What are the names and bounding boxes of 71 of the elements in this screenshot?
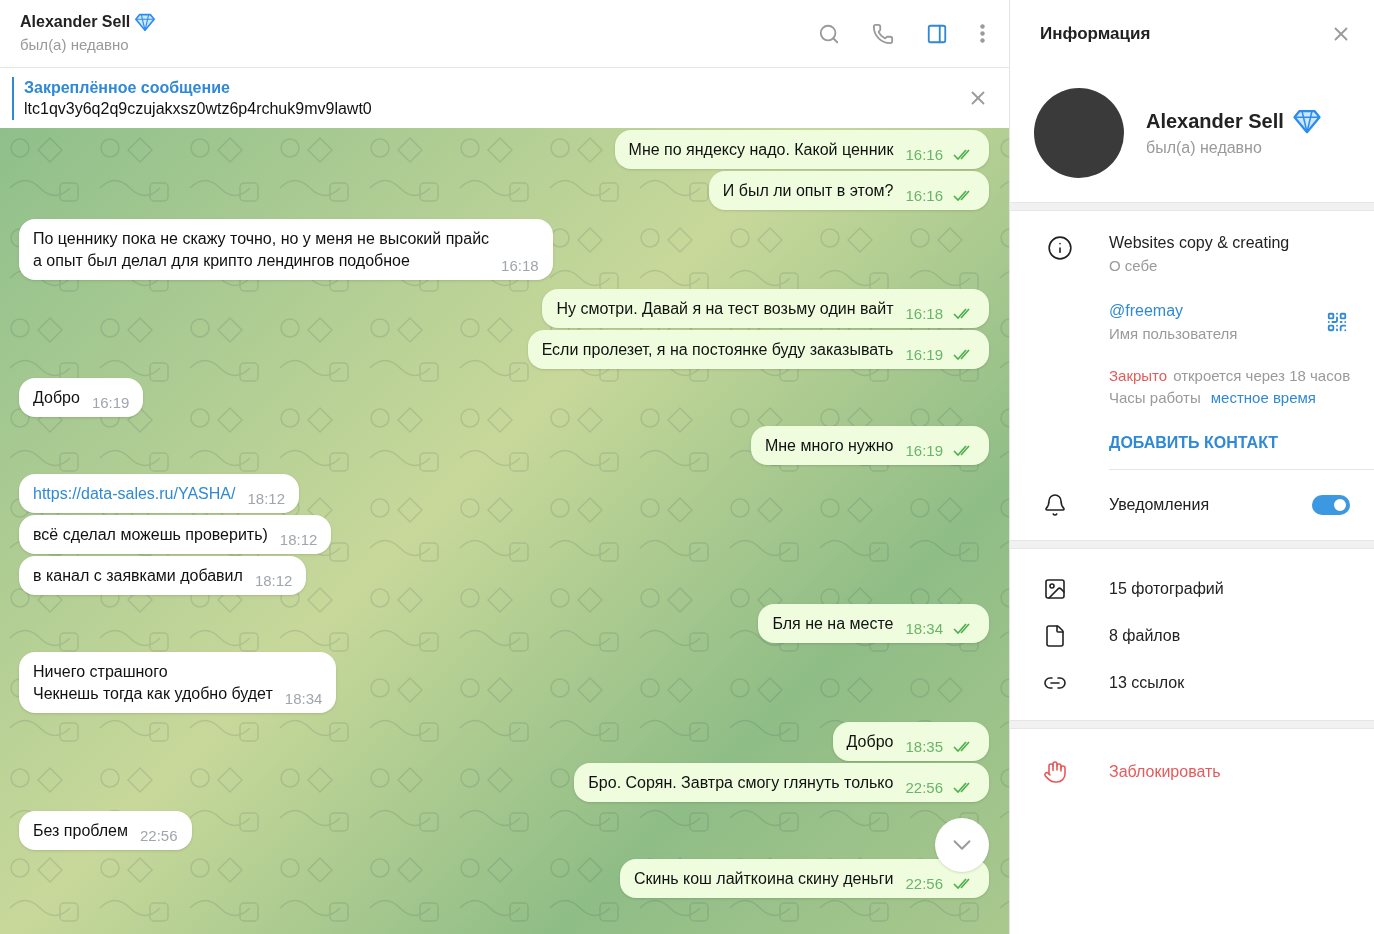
message-time: 18:34 [905, 620, 943, 638]
message-text: Скинь кош лайткоина скину деньги [633, 869, 894, 889]
message-time: 18:12 [254, 572, 293, 590]
message-time: 16:18 [905, 305, 943, 323]
username-link[interactable]: @freemay [1109, 299, 1238, 323]
message-time: 16:19 [905, 346, 943, 364]
message-time: 22:56 [139, 827, 178, 845]
media-row[interactable]: 15 фотографий [1010, 565, 1374, 612]
message-text: Добро [846, 732, 894, 752]
username-label: Имя пользователя [1109, 324, 1238, 344]
message-time: 22:56 [905, 875, 943, 893]
message-time: 18:12 [247, 490, 285, 508]
scroll-down-button[interactable] [935, 818, 989, 872]
media-label: 13 ссылок [1109, 672, 1185, 693]
panel-title: Информация [1040, 23, 1151, 46]
contact-name: Alexander Sell [20, 12, 131, 33]
message-text: По ценнику пока не скажу точно, но у меня не высокий прайс [33, 229, 490, 249]
side-panel-icon [926, 22, 948, 45]
pinned-text: ltc1qv3y6q2q9czujakxsz0wtz6p4rchuk9mv9lawt0 [24, 98, 372, 119]
message-time: 16:19 [91, 394, 130, 412]
qr-code-icon [1326, 311, 1348, 333]
profile-name: Alexander Sell [1146, 109, 1284, 134]
pinned-title: Закреплённое сообщение [24, 77, 231, 98]
message-text: И был ли опыт в этом? [722, 181, 894, 201]
image-icon [1043, 576, 1067, 601]
message-text: всё сделал можешь проверить) [33, 525, 268, 545]
message-text: Бро. Сорян. Завтра смогу глянуть только [588, 773, 894, 793]
message-time: 18:34 [284, 690, 323, 708]
message-text: в канал с заявками добавил [33, 566, 243, 586]
more-icon [980, 24, 985, 43]
message-text: Ничего страшного [33, 662, 169, 682]
bell-icon [1043, 493, 1067, 517]
qr-code-button[interactable] [1326, 311, 1348, 333]
hours-label: Часы работы [1109, 388, 1201, 408]
message-text: Без проблем [33, 821, 128, 841]
block-button[interactable]: Заблокировать [1010, 737, 1374, 807]
closed-status: Закрыто [1109, 366, 1168, 386]
file-icon [1043, 623, 1067, 648]
profile-status: был(а) недавно [1146, 138, 1263, 158]
message-text: Мне по яндексу надо. Какой ценник [628, 140, 894, 160]
hand-icon [1043, 760, 1067, 784]
message-time: 16:19 [905, 442, 943, 460]
contact-status: был(а) недавно [20, 35, 130, 56]
notifications-label: Уведомления [1109, 495, 1211, 515]
media-label: 8 файлов [1109, 625, 1181, 646]
phone-icon [872, 22, 894, 45]
message-time: 22:56 [905, 779, 943, 797]
message-text: Мне много нужно [764, 436, 894, 456]
message-text: Бля не на месте [772, 614, 894, 634]
message-time: 18:12 [279, 531, 318, 549]
media-label: 15 фотографий [1109, 578, 1224, 599]
media-row[interactable]: 8 файлов [1010, 612, 1374, 659]
message-text: Чекнешь тогда как удобно будет [33, 684, 273, 704]
message-text: Ну смотри. Давай я на тест возьму один вайт [556, 299, 894, 319]
add-contact-button[interactable]: ДОБАВИТЬ КОНТАКТ [1109, 431, 1358, 455]
message-text: а опыт был делал для крипто лендингов подобное [33, 251, 411, 271]
message-time: 18:35 [905, 738, 943, 756]
bio-label: О себе [1109, 256, 1159, 276]
message-time: 16:16 [905, 146, 943, 164]
media-row[interactable]: 13 ссылок [1010, 659, 1374, 706]
bio-text: Websites copy & creating [1109, 233, 1291, 253]
info-icon [1046, 235, 1073, 261]
message-text: Если пролезет, я на постоянке буду заказывать [541, 340, 894, 360]
search-icon [818, 22, 840, 45]
notifications-toggle[interactable] [1312, 495, 1350, 515]
opening-time: откроется через 18 часов [1173, 366, 1351, 386]
local-time-link[interactable]: местное время [1210, 387, 1316, 409]
message-time: 16:16 [905, 187, 943, 205]
message-time: 16:18 [501, 257, 539, 275]
message-link[interactable]: https://data-sales.ru/YASHA/ [33, 483, 236, 505]
message-text: Добро [33, 388, 80, 408]
